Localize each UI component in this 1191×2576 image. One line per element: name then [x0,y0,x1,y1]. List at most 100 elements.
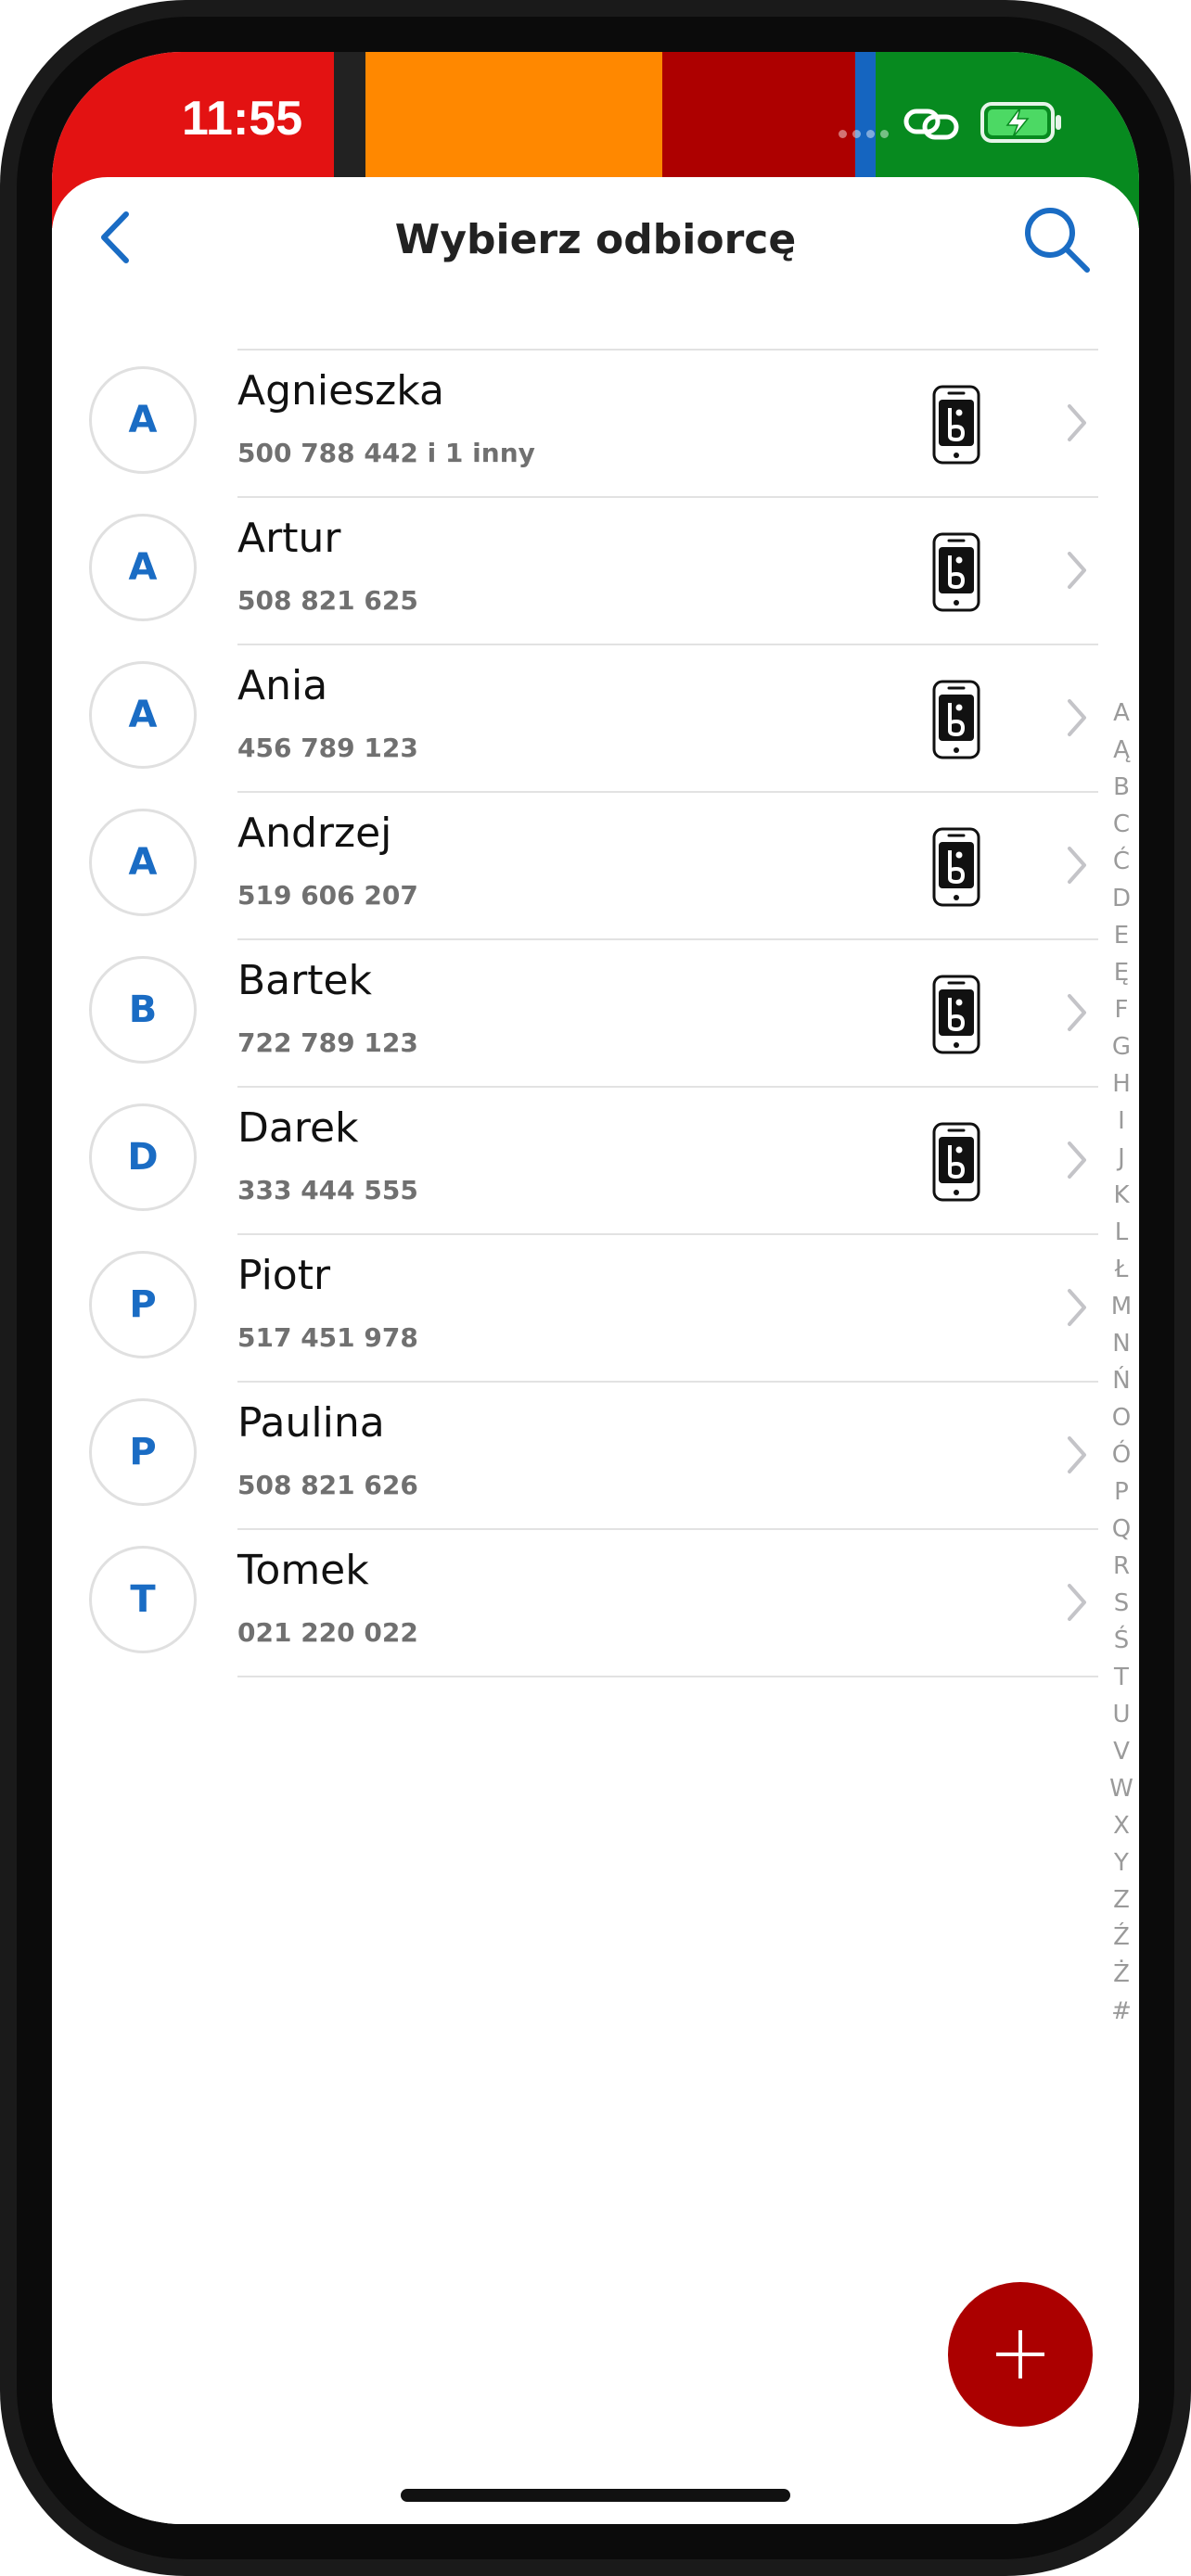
contact-name: Agnieszka [237,367,444,414]
list-divider [237,1676,1098,1677]
app-user-phone-icon [931,679,981,760]
index-letter[interactable]: S [1106,1585,1137,1622]
contact-number: 722 789 123 [237,1027,418,1058]
index-letter[interactable]: E [1106,917,1137,954]
index-letter[interactable]: K [1106,1177,1137,1214]
index-letter[interactable]: Ń [1106,1362,1137,1399]
index-letter[interactable]: B [1106,769,1137,806]
chevron-right-icon [1066,550,1088,591]
index-letter[interactable]: Ą [1106,732,1137,769]
link-icon [903,108,959,140]
index-letter[interactable]: Q [1106,1511,1137,1548]
index-letter[interactable]: D [1106,880,1137,917]
row-divider [237,1086,1098,1088]
contact-avatar: A [89,366,197,474]
contact-number: 517 451 978 [237,1322,418,1353]
index-letter[interactable]: F [1106,991,1137,1028]
contact-row[interactable]: A Andrzej 519 606 207 [52,791,1139,938]
contact-number: 519 606 207 [237,880,418,911]
contact-avatar: A [89,809,197,916]
row-divider [237,496,1098,498]
index-letter[interactable]: Ę [1106,954,1137,991]
index-letter[interactable]: Ź [1106,1919,1137,1956]
chevron-right-icon [1066,845,1088,886]
contact-avatar: A [89,661,197,769]
index-letter[interactable]: V [1106,1733,1137,1770]
row-divider [237,938,1098,940]
index-letter[interactable]: # [1106,1993,1137,2030]
index-letter[interactable]: P [1106,1473,1137,1511]
chevron-right-icon [1066,697,1088,738]
index-letter[interactable]: N [1106,1325,1137,1362]
index-letter[interactable]: Ł [1106,1251,1137,1288]
contact-number: 508 821 625 [237,585,418,616]
contact-number: 508 821 626 [237,1470,418,1500]
row-divider [237,1381,1098,1383]
contact-avatar: P [89,1398,197,1506]
index-letter[interactable]: H [1106,1065,1137,1103]
index-letter[interactable]: U [1106,1696,1137,1733]
app-user-phone-icon [931,826,981,908]
status-time: 11:55 [182,92,303,146]
chevron-right-icon [1066,402,1088,443]
contact-number: 021 220 022 [237,1617,418,1648]
index-letter[interactable]: Ć [1106,843,1137,880]
app-user-phone-icon [931,384,981,465]
index-letter[interactable]: Ż [1106,1956,1137,1993]
battery-charging-icon [980,102,1061,143]
index-letter[interactable]: A [1106,695,1137,732]
index-letter[interactable]: Z [1106,1881,1137,1919]
index-letter[interactable]: J [1106,1140,1137,1177]
index-letter[interactable]: L [1106,1214,1137,1251]
index-letter[interactable]: Ó [1106,1436,1137,1473]
contact-avatar: P [89,1251,197,1358]
row-divider [237,1233,1098,1235]
index-letter[interactable]: O [1106,1399,1137,1436]
alphabet-index[interactable]: A Ą B C Ć D E Ę F G H I J K L Ł M N Ń O Ó P Q R S Ś T U V W X Y Z Ź Ż # [1106,695,1137,2030]
row-divider [237,791,1098,793]
contact-name: Andrzej [237,810,392,857]
row-divider [237,1528,1098,1530]
chevron-right-icon [1066,1287,1088,1328]
contact-row[interactable]: D Darek 333 444 555 [52,1086,1139,1233]
contact-row[interactable]: P Piotr 517 451 978 [52,1233,1139,1381]
index-letter[interactable]: I [1106,1103,1137,1140]
chevron-right-icon [1066,1140,1088,1180]
contact-row[interactable]: A Agnieszka 500 788 442 i 1 inny [52,349,1139,496]
plus-icon [996,2330,1044,2378]
chevron-right-icon [1066,1435,1088,1475]
contact-name: Paulina [237,1399,385,1447]
chevron-right-icon [1066,1582,1088,1623]
app-user-phone-icon [931,1121,981,1203]
home-indicator[interactable] [401,2489,790,2502]
index-letter[interactable]: C [1106,806,1137,843]
contact-row[interactable]: A Ania 456 789 123 [52,644,1139,791]
contact-row[interactable]: B Bartek 722 789 123 [52,938,1139,1086]
screen: 11:55 Wybierz odbiorcę A Agnieszka 500 7… [52,52,1139,2524]
index-letter[interactable]: R [1106,1548,1137,1585]
contact-name: Artur [237,515,341,562]
recipient-sheet: Wybierz odbiorcę A Agnieszka 500 788 442 i… [52,177,1139,2524]
contact-name: Piotr [237,1252,331,1299]
contact-avatar: B [89,956,197,1064]
index-letter[interactable]: T [1106,1659,1137,1696]
index-letter[interactable]: Y [1106,1844,1137,1881]
index-letter[interactable]: Ś [1106,1622,1137,1659]
index-letter[interactable]: M [1106,1288,1137,1325]
index-letter[interactable]: X [1106,1807,1137,1844]
contact-row[interactable]: T Tomek 021 220 022 [52,1528,1139,1676]
contact-row[interactable]: A Artur 508 821 625 [52,496,1139,644]
app-user-phone-icon [931,531,981,613]
page-title: Wybierz odbiorcę [394,216,797,263]
row-divider [237,349,1098,351]
index-letter[interactable]: G [1106,1028,1137,1065]
search-button[interactable] [1020,203,1095,277]
contact-row[interactable]: P Paulina 508 821 626 [52,1381,1139,1528]
contact-avatar: A [89,514,197,621]
contact-name: Bartek [237,957,373,1004]
contact-number: 456 789 123 [237,733,418,763]
contact-number: 500 788 442 i 1 inny [237,438,535,468]
signal-dots-icon [839,130,894,139]
add-contact-button[interactable] [948,2282,1093,2427]
index-letter[interactable]: W [1106,1770,1137,1807]
